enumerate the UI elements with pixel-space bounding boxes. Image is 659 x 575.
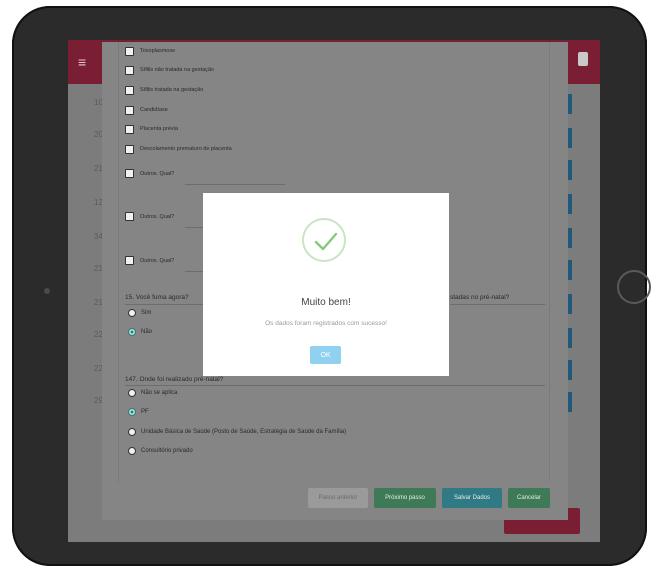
question-15-title: 15. Você fuma agora? [125, 294, 189, 301]
radio-label: Consultório privado [141, 448, 193, 454]
checkbox-label: Outros. Qual? [140, 171, 175, 177]
radio-label: Unidade Básica de Saúde (Posto de Saúde,… [141, 429, 347, 435]
question-partial-title: stadas no pré-natal? [450, 294, 510, 301]
background-bar [568, 294, 572, 314]
background-bar [568, 260, 572, 280]
background-bar [568, 392, 572, 412]
outros-input-2[interactable] [185, 227, 203, 228]
background-bar [568, 228, 572, 248]
hamburger-menu-icon[interactable]: ≡ [78, 54, 86, 70]
outros-input-1[interactable] [185, 184, 285, 185]
background-bar [568, 328, 572, 348]
divider [450, 304, 545, 305]
outros-input-3[interactable] [185, 271, 203, 272]
radio-ubs[interactable] [128, 428, 136, 436]
checkbox-outros-2[interactable] [125, 212, 134, 221]
divider [125, 304, 203, 305]
background-bar [568, 194, 572, 214]
ok-button[interactable]: OK [310, 346, 341, 364]
previous-step-button[interactable]: Passo anterior [308, 488, 368, 508]
next-step-button[interactable]: Próximo passo [374, 488, 436, 508]
tablet-camera [44, 288, 50, 294]
check-mark-icon [314, 232, 338, 251]
question-147-title: 147. Onde foi realizado pré-natal? [125, 376, 224, 383]
modal-message: Os dados foram registrados com sucesso! [265, 320, 387, 327]
radio-pf[interactable] [128, 408, 136, 416]
cancel-button[interactable]: Cancelar [508, 488, 550, 508]
background-bar [568, 160, 572, 180]
checkbox-descolamento[interactable] [125, 145, 134, 154]
background-bar [568, 94, 572, 114]
radio-nao[interactable] [128, 328, 136, 336]
checkbox-candidiase[interactable] [125, 106, 134, 115]
checkbox-label: Outros. Qual? [140, 258, 175, 264]
radio-label: Não [141, 329, 153, 335]
save-data-button[interactable]: Salvar Dados [442, 488, 502, 508]
checkbox-label: Toxoplasmose [140, 48, 176, 54]
checkbox-label: Sífilis não tratada na gestação [140, 67, 214, 73]
checkbox-label: Sífilis tratada na gestação [140, 87, 204, 93]
radio-sim[interactable] [128, 309, 136, 317]
user-icon[interactable] [578, 52, 588, 66]
background-bar [568, 128, 572, 148]
radio-label: PF [141, 409, 149, 415]
checkbox-sifilis-tratada[interactable] [125, 86, 134, 95]
tablet-home-button[interactable] [617, 270, 651, 304]
checkbox-toxoplasmose[interactable] [125, 47, 134, 56]
radio-label: Não se aplica [141, 390, 178, 396]
modal-title: Muito bem! [301, 297, 351, 308]
checkbox-outros-1[interactable] [125, 169, 134, 178]
checkbox-label: Outros. Qual? [140, 214, 175, 220]
radio-label: Sim [141, 310, 152, 316]
checkbox-sifilis-nao-tratada[interactable] [125, 66, 134, 75]
checkbox-label: Candidíase [140, 107, 168, 113]
checkbox-outros-3[interactable] [125, 256, 134, 265]
divider [125, 385, 545, 386]
background-bar [568, 360, 572, 380]
radio-consultorio-privado[interactable] [128, 447, 136, 455]
checkbox-placenta-previa[interactable] [125, 125, 134, 134]
success-check-icon [302, 218, 346, 262]
radio-nao-se-aplica[interactable] [128, 389, 136, 397]
checkbox-label: Descolamento prematuro de placenta [140, 146, 232, 152]
checkbox-label: Placenta prévia [140, 126, 178, 132]
